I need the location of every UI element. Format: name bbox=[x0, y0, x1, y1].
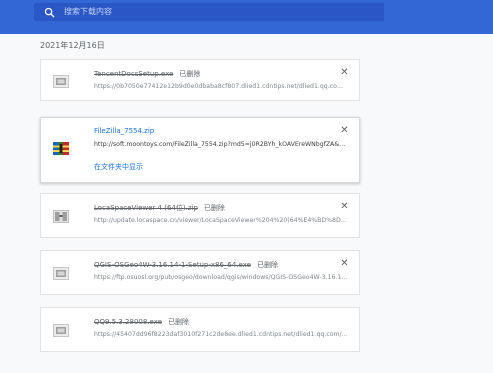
archive-icon bbox=[53, 142, 69, 155]
file-icon bbox=[53, 75, 69, 88]
download-item: QGIS-OSGeo4W-3.16.14-1-Setup-x86_64.exe 已… bbox=[40, 250, 360, 295]
download-title-row: TencentDocsSetup.exe 已删除 bbox=[94, 69, 200, 79]
download-title-row: LocaSpaceViewer 4 (64位).zip 已删除 bbox=[94, 203, 225, 213]
download-filename[interactable]: LocaSpaceViewer 4 (64位).zip bbox=[94, 204, 198, 212]
search-placeholder[interactable]: 搜索下载内容 bbox=[64, 4, 112, 20]
close-icon[interactable]: ✕ bbox=[338, 257, 351, 270]
download-filename[interactable]: TencentDocsSetup.exe bbox=[94, 70, 173, 78]
download-status: 已删除 bbox=[203, 204, 225, 212]
toolbar: 搜索下载内容 bbox=[0, 0, 493, 34]
download-item: QQ9.5.3.28008.exe 已删除 https://45407dd96f8… bbox=[40, 307, 360, 352]
close-icon[interactable]: ✕ bbox=[338, 66, 351, 79]
download-status: 已删除 bbox=[167, 318, 189, 326]
download-filename[interactable]: QQ9.5.3.28008.exe bbox=[94, 318, 162, 326]
download-url[interactable]: http://soft.moontoys.com/FileZilla_7554.… bbox=[94, 141, 349, 148]
download-item: TencentDocsSetup.exe 已删除 https://0b7050e7… bbox=[40, 59, 360, 101]
close-icon[interactable]: ✕ bbox=[338, 124, 351, 137]
close-icon[interactable]: ✕ bbox=[338, 200, 351, 213]
download-item: FileZilla_7554.zip http://soft.moontoys.… bbox=[40, 117, 360, 183]
download-status: 已删除 bbox=[256, 261, 278, 269]
download-title-row: FileZilla_7554.zip bbox=[94, 127, 154, 135]
archive-icon bbox=[53, 210, 69, 223]
download-filename[interactable]: FileZilla_7554.zip bbox=[94, 127, 154, 135]
download-title-row: QQ9.5.3.28008.exe 已删除 bbox=[94, 317, 189, 327]
download-url[interactable]: https://45407dd96f8223daf3010f271c2de8ee… bbox=[94, 331, 349, 338]
download-filename[interactable]: QGIS-OSGeo4W-3.16.14-1-Setup-x86_64.exe bbox=[94, 261, 251, 269]
download-url[interactable]: https://ftp.osuosl.org/pub/osgeo/downloa… bbox=[94, 274, 349, 281]
download-title-row: QGIS-OSGeo4W-3.16.14-1-Setup-x86_64.exe 已… bbox=[94, 260, 278, 270]
download-url[interactable]: http://update.locaspace.cn/viewer/LocaSp… bbox=[94, 217, 349, 224]
file-icon bbox=[53, 267, 69, 280]
search-box[interactable]: 搜索下载内容 bbox=[34, 3, 384, 21]
download-status: 已删除 bbox=[179, 70, 201, 78]
date-header: 2021年12月16日 bbox=[40, 41, 105, 50]
show-in-folder-link[interactable]: 在文件夹中显示 bbox=[94, 162, 143, 172]
download-item: LocaSpaceViewer 4 (64位).zip 已删除 http://up… bbox=[40, 193, 360, 238]
download-url[interactable]: https://0b7050e77412e12b9d0e0dbaba8cf807… bbox=[94, 83, 349, 90]
file-icon bbox=[53, 324, 69, 337]
search-icon bbox=[44, 7, 55, 18]
